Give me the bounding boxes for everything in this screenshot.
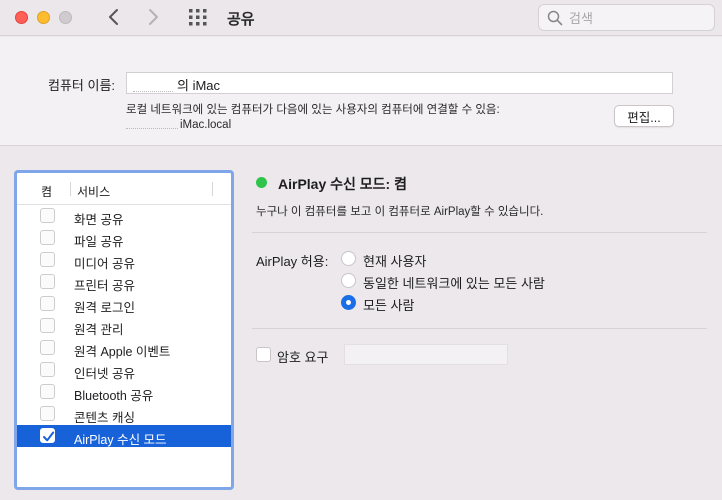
service-label: 미디어 공유 xyxy=(74,257,135,271)
service-checkbox[interactable] xyxy=(40,296,55,311)
service-row[interactable]: 미디어 공유 xyxy=(17,249,231,271)
zoom-window-button[interactable] xyxy=(59,11,72,24)
service-label: 원격 Apple 이벤트 xyxy=(74,345,171,359)
back-button[interactable] xyxy=(104,6,124,28)
service-checkbox[interactable] xyxy=(40,406,55,421)
service-checkbox[interactable] xyxy=(40,230,55,245)
edit-button[interactable]: 편집... xyxy=(614,105,674,127)
service-label: 원격 관리 xyxy=(74,323,124,337)
service-row[interactable]: 프린터 공유 xyxy=(17,271,231,293)
divider xyxy=(252,232,707,233)
service-checkbox[interactable] xyxy=(40,208,55,223)
computer-name-section: 컴퓨터 이름: 의 iMac 로컬 네트워크에 있는 컴퓨터가 다음에 있는 사… xyxy=(0,37,722,146)
column-divider xyxy=(70,182,71,196)
checkmark-icon xyxy=(43,431,55,442)
forward-button[interactable] xyxy=(143,6,163,28)
redacted-text xyxy=(133,82,173,92)
search-box[interactable] xyxy=(538,4,715,31)
lan-address: iMac.local xyxy=(126,119,231,131)
service-list-header: 켬 서비스 xyxy=(17,173,231,205)
service-row[interactable]: 원격 관리 xyxy=(17,315,231,337)
close-window-button[interactable] xyxy=(15,11,28,24)
divider xyxy=(252,328,707,329)
service-checkbox[interactable] xyxy=(40,318,55,333)
radio-label: 현재 사용자 xyxy=(363,254,427,269)
column-header-on[interactable]: 켬 xyxy=(41,183,52,200)
window-title: 공유 xyxy=(227,11,255,28)
password-field[interactable] xyxy=(344,344,508,365)
airplay-allow-label: AirPlay 허용: xyxy=(256,254,329,269)
radio-label: 모든 사람 xyxy=(363,298,415,313)
status-description: 누구나 이 컴퓨터를 보고 이 컴퓨터로 AirPlay할 수 있습니다. xyxy=(256,206,544,218)
service-row[interactable]: 원격 로그인 xyxy=(17,293,231,315)
service-row[interactable]: 원격 Apple 이벤트 xyxy=(17,337,231,359)
service-checkbox[interactable] xyxy=(40,274,55,289)
redacted-text xyxy=(126,121,178,129)
service-rows: 화면 공유파일 공유미디어 공유프린터 공유원격 로그인원격 관리원격 Appl… xyxy=(17,205,231,447)
service-checkbox[interactable] xyxy=(40,384,55,399)
service-row[interactable]: 인터넷 공유 xyxy=(17,359,231,381)
service-row[interactable]: 파일 공유 xyxy=(17,227,231,249)
grid-icon xyxy=(189,9,207,26)
radio-button[interactable] xyxy=(341,273,356,288)
lan-address-value: iMac.local xyxy=(180,119,232,131)
minimize-window-button[interactable] xyxy=(37,11,50,24)
service-label: 원격 로그인 xyxy=(74,301,135,315)
show-all-button[interactable] xyxy=(188,8,208,26)
service-list[interactable]: 켬 서비스 화면 공유파일 공유미디어 공유프린터 공유원격 로그인원격 관리원… xyxy=(14,170,234,490)
column-header-service[interactable]: 서비스 xyxy=(77,183,110,200)
service-checkbox[interactable] xyxy=(40,252,55,267)
lan-description: 로컬 네트워크에 있는 컴퓨터가 다음에 있는 사용자의 컴퓨터에 연결할 수 … xyxy=(126,104,500,116)
require-password-checkbox[interactable] xyxy=(256,347,271,362)
service-checkbox[interactable] xyxy=(40,340,55,355)
radio-button[interactable] xyxy=(341,251,356,266)
status-indicator xyxy=(256,177,267,188)
chevron-right-icon xyxy=(149,9,158,25)
service-row[interactable]: AirPlay 수신 모드 xyxy=(17,425,231,447)
service-label: 프린터 공유 xyxy=(74,279,135,293)
service-label: 인터넷 공유 xyxy=(74,367,135,381)
status-label: AirPlay 수신 모드: 켬 xyxy=(278,176,407,192)
service-checkbox[interactable] xyxy=(40,428,55,443)
column-divider xyxy=(212,182,213,196)
radio-button[interactable] xyxy=(341,295,356,310)
computer-name-field[interactable]: 의 iMac xyxy=(126,72,673,94)
service-label: Bluetooth 공유 xyxy=(74,389,154,403)
require-password-label: 암호 요구 xyxy=(277,350,329,365)
radio-label: 동일한 네트워크에 있는 모든 사람 xyxy=(363,276,545,291)
service-label: 콘텐츠 캐싱 xyxy=(74,411,135,425)
service-row[interactable]: Bluetooth 공유 xyxy=(17,381,231,403)
toolbar: 공유 xyxy=(0,0,722,36)
service-label: AirPlay 수신 모드 xyxy=(74,433,167,447)
chevron-left-icon xyxy=(109,9,118,25)
computer-name-label: 컴퓨터 이름: xyxy=(48,78,116,93)
service-row[interactable]: 화면 공유 xyxy=(17,205,231,227)
search-input[interactable] xyxy=(569,9,709,27)
computer-name-value: 의 iMac xyxy=(177,78,221,93)
service-checkbox[interactable] xyxy=(40,362,55,377)
search-icon xyxy=(547,10,563,26)
service-label: 화면 공유 xyxy=(74,213,124,227)
service-row[interactable]: 콘텐츠 캐싱 xyxy=(17,403,231,425)
service-label: 파일 공유 xyxy=(74,235,124,249)
